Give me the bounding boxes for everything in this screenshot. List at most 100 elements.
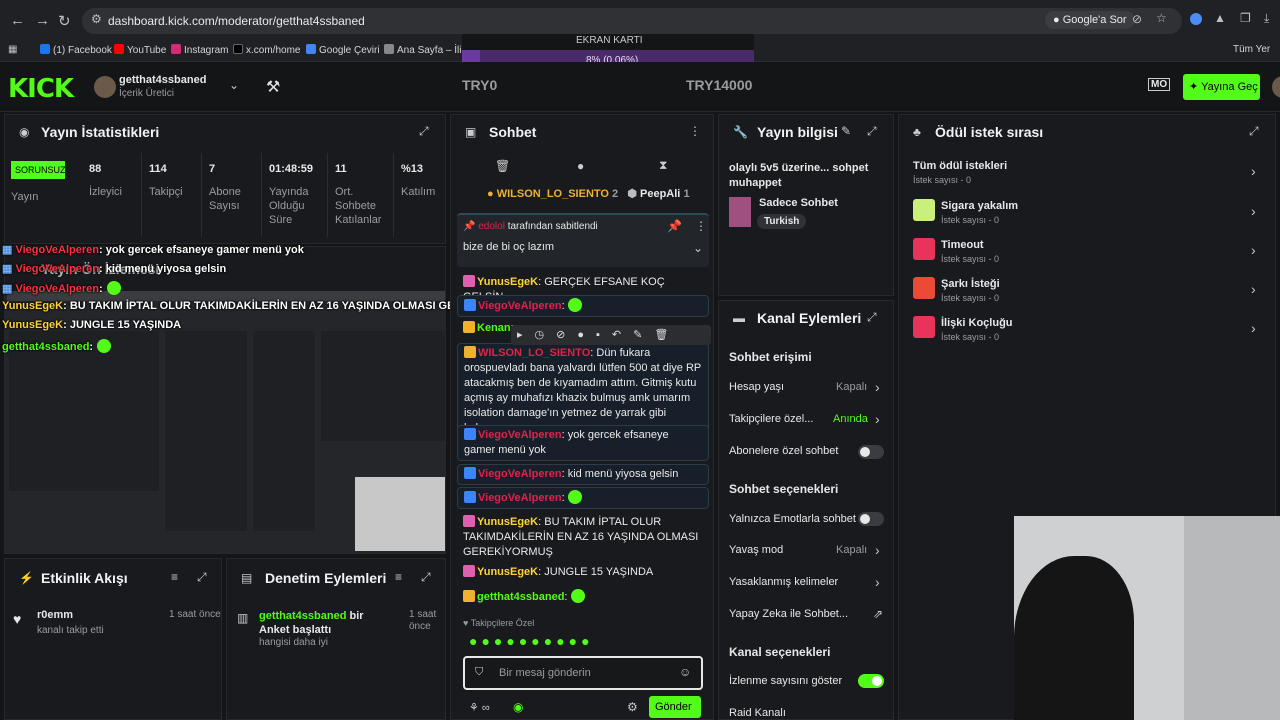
expand-icon[interactable]: ⤢ <box>867 310 877 325</box>
chevron-down-icon[interactable]: ⌄ <box>693 241 703 255</box>
speech-icon[interactable]: ● <box>577 159 584 173</box>
more-icon[interactable]: ⋮ <box>689 124 701 138</box>
followers-only-label: ♥ Takipçilere Özel <box>463 618 535 628</box>
site-info-icon[interactable]: ⚙ <box>91 12 102 26</box>
bookmark-translate[interactable]: Google Çeviri <box>306 44 380 56</box>
emoji-icon[interactable]: ☺ <box>679 665 691 679</box>
chat-input[interactable]: ⛉ Bir mesaj gönderin ☺ <box>463 656 703 690</box>
back-icon[interactable]: ← <box>10 12 25 29</box>
gear-icon[interactable]: ⚙ <box>627 700 638 714</box>
chevron-right-icon[interactable]: › <box>1251 203 1256 219</box>
unpin-icon[interactable]: 📌 <box>667 219 682 233</box>
chat-username[interactable]: ViegoVeAlperen <box>478 492 562 504</box>
bookmark-home[interactable]: Ana Sayfa – İlişkile... <box>384 44 464 56</box>
download-icon[interactable]: ⤓ <box>1264 11 1269 26</box>
trash-icon[interactable]: 🗑 <box>495 159 510 173</box>
chat-message[interactable]: ViegoVeAlperen: kid menü yiyosa gelsin <box>457 464 709 485</box>
reward-count: İstek sayısı - 0 <box>941 215 1000 225</box>
slow-mode-value[interactable]: Kapalı <box>836 544 867 556</box>
kick-emote-icon[interactable]: ◉ <box>513 700 523 714</box>
chat-username[interactable]: ViegoVeAlperen <box>478 429 562 441</box>
bookmark-youtube[interactable]: YouTube <box>114 44 166 56</box>
category-name[interactable]: Sadece Sohbet <box>759 197 838 209</box>
chevron-right-icon[interactable]: › <box>1251 281 1256 297</box>
extensions-icon[interactable]: ▲ <box>1214 11 1226 25</box>
chevron-down-icon[interactable]: ⌄ <box>229 78 239 92</box>
edit-icon[interactable]: ✎ <box>841 124 851 138</box>
tab-icon[interactable]: ❐ <box>1240 11 1251 25</box>
chevron-right-icon[interactable]: › <box>1251 242 1256 258</box>
top-gifter-2[interactable]: PeepAli <box>640 188 680 200</box>
all-rewards-label[interactable]: Tüm ödül istekleri <box>913 160 1007 172</box>
filter-icon[interactable]: ≡ <box>395 570 402 584</box>
external-link-icon[interactable]: ⇗ <box>873 607 883 621</box>
activity-user[interactable]: r0emm <box>37 609 73 621</box>
reward-name[interactable]: Sigara yakalım <box>941 200 1018 212</box>
show-viewers-toggle[interactable] <box>858 674 884 688</box>
send-button[interactable]: Gönder <box>649 696 701 718</box>
chat-username[interactable]: Kenan <box>477 322 511 334</box>
chat-message[interactable]: ViegoVeAlperen: yok gercek efsaneye game… <box>457 425 709 461</box>
kick-logo[interactable]: KICK <box>8 74 74 104</box>
more-icon[interactable]: ⋮ <box>695 219 707 233</box>
chevron-right-icon[interactable]: › <box>875 379 880 395</box>
account-age-value[interactable]: Kapalı <box>836 381 867 393</box>
bookmark-all[interactable]: Tüm Yer <box>1233 44 1270 55</box>
chevron-right-icon[interactable]: › <box>875 411 880 427</box>
raid-label[interactable]: Raid Kanalı <box>729 707 786 719</box>
chat-username[interactable]: ViegoVeAlperen <box>478 468 562 480</box>
chat-username[interactable]: ViegoVeAlperen <box>478 300 562 312</box>
eye-off-icon[interactable]: ⊘ <box>1132 12 1142 26</box>
chat-message[interactable]: YunusEgeK: BU TAKIM İPTAL OLUR TAKIMDAKİ… <box>457 513 709 562</box>
moderation-user[interactable]: getthat4ssbaned <box>259 610 346 622</box>
profile-avatar[interactable] <box>1272 76 1280 98</box>
reward-name[interactable]: İlişki Koçluğu <box>941 317 1013 329</box>
top-gifter-1[interactable]: WILSON_LO_SIENTO <box>497 188 609 200</box>
avatar[interactable] <box>94 76 116 98</box>
filter-icon[interactable]: ≡ <box>171 570 178 584</box>
star-icon[interactable]: ☆ <box>1156 11 1167 25</box>
chat-username[interactable]: YunusEgeK <box>477 276 538 288</box>
chat-username[interactable]: WILSON_LO_SIENTO <box>478 347 590 359</box>
stream-info-title: Yayın bilgisi <box>757 124 838 140</box>
expand-icon[interactable]: ⤢ <box>197 570 207 585</box>
subs-only-toggle[interactable] <box>858 445 884 459</box>
tag-pill[interactable]: Turkish <box>757 214 807 229</box>
bookmark-x[interactable]: x.com/home <box>233 44 300 56</box>
chat-message[interactable]: getthat4ssbaned: <box>457 587 709 607</box>
chevron-right-icon[interactable]: › <box>875 574 880 590</box>
expand-icon[interactable]: ⤢ <box>867 124 877 139</box>
chat-username[interactable]: getthat4ssbaned <box>477 591 564 603</box>
reward-name[interactable]: Şarkı İsteği <box>941 278 1000 290</box>
followers-only-value[interactable]: Anında <box>833 413 868 425</box>
chevron-right-icon[interactable]: › <box>875 542 880 558</box>
chat-message[interactable]: ViegoVeAlperen: <box>457 487 709 509</box>
go-live-button[interactable]: ✦ Yayına Geç <box>1183 74 1260 100</box>
banned-words-label[interactable]: Yasaklanmış kelimeler <box>729 576 838 588</box>
reload-icon[interactable]: ↻ <box>58 12 71 30</box>
emote-bar[interactable]: ●●●●●●●●●● <box>469 633 701 653</box>
chevron-right-icon[interactable]: › <box>1251 320 1256 336</box>
chat-username[interactable]: YunusEgeK <box>477 516 538 528</box>
reward-name[interactable]: Timeout <box>941 239 984 251</box>
ai-chat-label[interactable]: Yapay Zeka ile Sohbet... <box>729 608 848 620</box>
hourglass-icon[interactable]: ⧗ <box>659 158 667 173</box>
apps-icon[interactable]: ▦ <box>8 44 17 55</box>
extension-icon[interactable] <box>1190 13 1202 25</box>
chat-message[interactable]: ViegoVeAlperen: <box>457 295 709 317</box>
address-bar[interactable]: ⚙ dashboard.kick.com/moderator/getthat4s… <box>82 8 1182 34</box>
expand-icon[interactable]: ⤢ <box>421 570 431 585</box>
chat-message[interactable]: YunusEgeK: JUNGLE 15 YAŞINDA <box>457 563 709 582</box>
emotes-only-toggle[interactable] <box>858 512 884 526</box>
google-ask-button[interactable]: ● Google'a Sor <box>1045 11 1135 29</box>
chat-username[interactable]: YunusEgeK <box>477 566 538 578</box>
expand-icon[interactable]: ⤢ <box>1249 124 1259 139</box>
bookmark-facebook[interactable]: (1) Facebook <box>40 44 112 56</box>
forward-icon[interactable]: → <box>35 12 50 29</box>
message-actions[interactable]: ▸◷⊘●▪↶✎🗑 <box>511 325 711 345</box>
mod-icon[interactable]: MO <box>1148 78 1171 91</box>
bookmark-instagram[interactable]: Instagram <box>171 44 228 56</box>
expand-icon[interactable]: ⤢ <box>419 124 429 139</box>
hammer-icon[interactable]: ⚒ <box>266 77 280 97</box>
chevron-right-icon[interactable]: › <box>1251 163 1256 179</box>
